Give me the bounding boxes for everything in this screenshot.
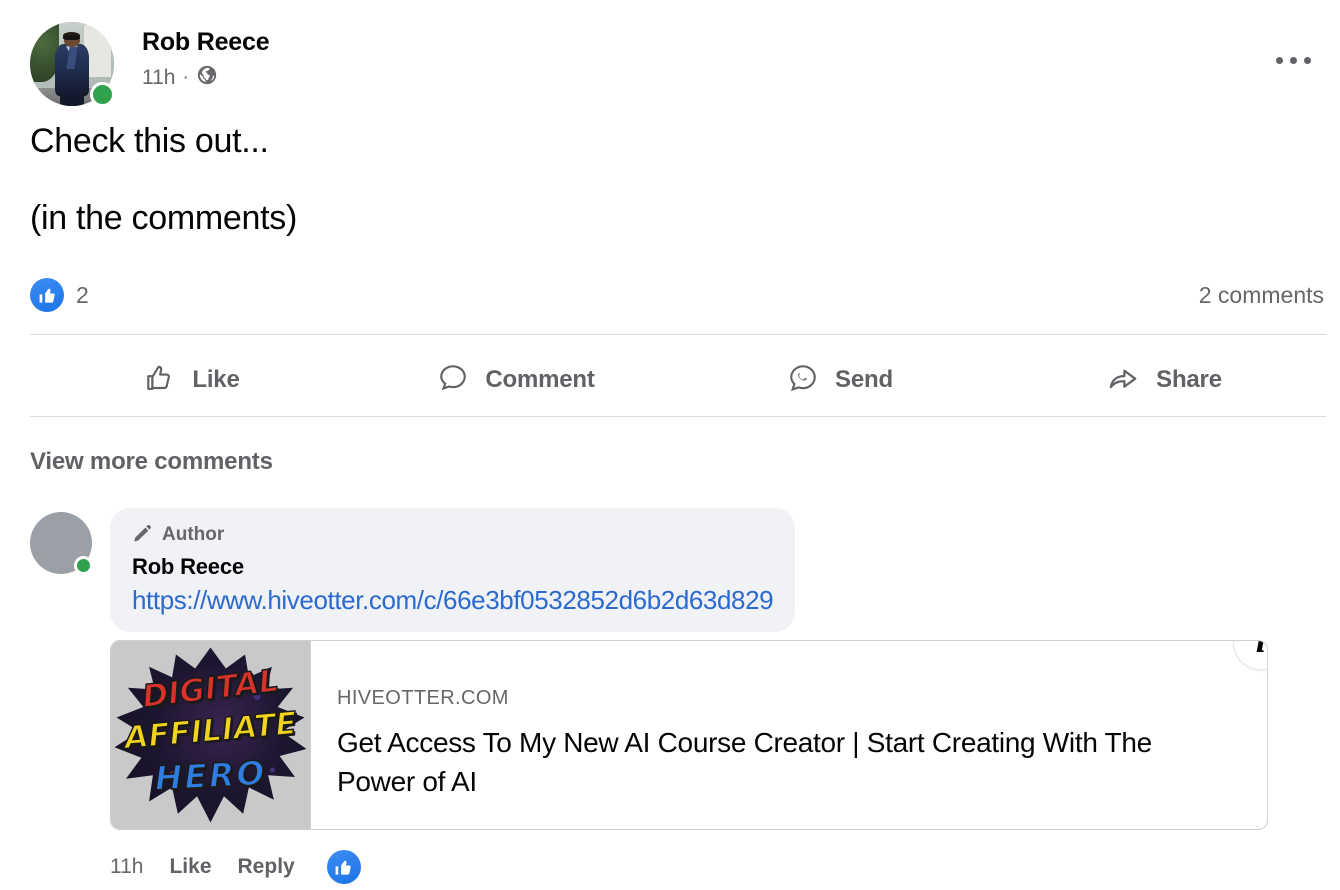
commenter-avatar[interactable]: [30, 512, 93, 575]
send-messenger-icon: [787, 362, 819, 399]
post-counts-row: 2 2 comments: [30, 278, 1324, 312]
like-button[interactable]: Like: [30, 355, 354, 405]
online-status-indicator: [90, 82, 115, 107]
link-preview-card[interactable]: DIGITAL AFFILIATE HERO HIVEOTTER.COM Get…: [110, 640, 1268, 830]
info-glyph: i: [1255, 640, 1267, 659]
reactions-summary[interactable]: 2: [30, 278, 89, 312]
post-header-text: Rob Reece 11h ·: [142, 22, 270, 92]
like-reaction-badge-icon: [30, 278, 64, 312]
send-button-label: Send: [835, 366, 893, 393]
comment-like-reaction-badge[interactable]: [326, 850, 361, 884]
share-button-label: Share: [1156, 366, 1222, 393]
pencil-icon: [132, 522, 153, 548]
comment-button[interactable]: Comment: [354, 355, 678, 405]
reaction-count: 2: [76, 281, 89, 308]
more-options-icon[interactable]: [1264, 40, 1322, 80]
commenter-online-indicator: [74, 556, 93, 575]
post-meta: 11h ·: [142, 64, 269, 92]
comments-count[interactable]: 2 comments: [1199, 282, 1324, 309]
comment-reply-button[interactable]: Reply: [238, 855, 295, 879]
post-author-name[interactable]: Rob Reece: [142, 28, 270, 57]
comment-row: Author Rob Reece https://www.hiveotter.c…: [30, 508, 1320, 632]
comment-footer: 11h Like Reply: [110, 850, 361, 884]
globe-icon[interactable]: [196, 64, 218, 92]
like-button-label: Like: [192, 366, 240, 393]
view-more-comments-link[interactable]: View more comments: [30, 448, 273, 476]
link-preview-domain: HIVEOTTER.COM: [337, 687, 509, 709]
link-preview-thumbnail: DIGITAL AFFILIATE HERO: [111, 641, 311, 829]
post-timestamp[interactable]: 11h: [142, 66, 175, 90]
comment-bubble-icon: [437, 362, 469, 399]
comment-like-button[interactable]: Like: [169, 855, 211, 879]
author-badge: Author: [132, 522, 773, 548]
comment-url-link[interactable]: https://www.hiveotter.com/c/66e3bf053285…: [132, 585, 774, 616]
post-text-line-1: Check this out...: [30, 122, 269, 160]
meta-separator: ·: [182, 66, 189, 88]
comment-button-label: Comment: [485, 366, 595, 393]
thumbnail-word-hero: HERO: [153, 752, 268, 798]
share-arrow-icon: [1106, 361, 1140, 400]
commenter-name[interactable]: Rob Reece: [132, 554, 773, 580]
author-avatar[interactable]: [30, 22, 115, 107]
post-action-bar: Like Comment Send Share: [30, 352, 1326, 408]
comment-bubble: Author Rob Reece https://www.hiveotter.c…: [110, 508, 796, 632]
share-button[interactable]: Share: [1002, 355, 1326, 405]
send-button[interactable]: Send: [678, 355, 1002, 405]
post-header: Rob Reece 11h ·: [30, 22, 270, 107]
thumbs-up-outline-icon: [144, 362, 176, 399]
link-preview-title[interactable]: Get Access To My New AI Course Creator |…: [337, 724, 1217, 801]
divider-bottom: [30, 416, 1326, 417]
link-preview-text: HIVEOTTER.COM Get Access To My New AI Co…: [311, 641, 1267, 829]
post-body: Check this out... (in the comments): [30, 122, 1030, 238]
author-badge-label: Author: [162, 524, 225, 545]
facebook-post: Rob Reece 11h · Check this out... (in th…: [0, 0, 1340, 890]
comment-timestamp[interactable]: 11h: [110, 855, 143, 879]
divider-top: [30, 334, 1326, 335]
comment-item: Author Rob Reece https://www.hiveotter.c…: [30, 508, 1320, 830]
post-text-line-2: (in the comments): [30, 199, 297, 238]
